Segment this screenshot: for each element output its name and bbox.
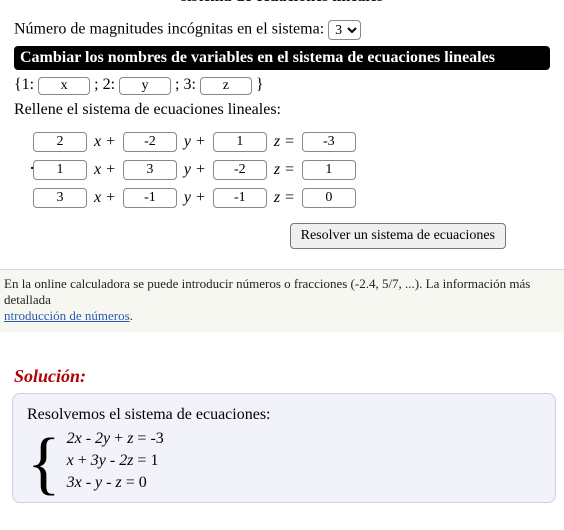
equation-row: x + y + z = xyxy=(32,131,357,153)
xplus-label: x + xyxy=(92,131,118,153)
solution-equations: 2x - 2y + z = -3 x + 3y - 2z = 1 3x - y … xyxy=(67,428,164,494)
brace-open: {1: xyxy=(14,76,34,93)
coef-a2[interactable] xyxy=(33,160,87,180)
sep-3: ; 3: xyxy=(175,76,196,93)
solution-brace-icon: { xyxy=(27,432,67,498)
coef-c2[interactable] xyxy=(213,160,267,180)
coef-c1[interactable] xyxy=(213,132,267,152)
coef-b2[interactable] xyxy=(123,160,177,180)
rhs-2[interactable] xyxy=(302,160,356,180)
solution-eq-1: 2x - 2y + z = -3 xyxy=(67,428,164,450)
equation-input-block: { x + y + z = x + y + z = xyxy=(14,125,550,215)
coef-c3[interactable] xyxy=(213,188,267,208)
unknowns-select[interactable]: 3 xyxy=(328,20,361,40)
footnote-text: En la online calculadora se puede introd… xyxy=(4,276,530,307)
solution-eq-2: x + 3y - 2z = 1 xyxy=(67,450,164,472)
solution-title: Solución: xyxy=(0,332,564,393)
page-title-truncated: sistema de ecuaciones lineales xyxy=(0,0,564,8)
fill-label: Rellene el sistema de ecuaciones lineale… xyxy=(14,101,550,119)
coef-b3[interactable] xyxy=(123,188,177,208)
rhs-3[interactable] xyxy=(302,188,356,208)
rhs-1[interactable] xyxy=(302,132,356,152)
equation-row: x + y + z = xyxy=(32,159,357,181)
solution-eq-3: 3x - y - z = 0 xyxy=(67,472,164,494)
footnote-link[interactable]: ntroducción de números xyxy=(4,308,130,323)
coef-a3[interactable] xyxy=(33,188,87,208)
coef-b1[interactable] xyxy=(123,132,177,152)
unknowns-label: Número de magnitudes incógnitas en el si… xyxy=(14,21,324,38)
zeq-label: z = xyxy=(272,131,297,153)
var3-input[interactable] xyxy=(200,77,252,95)
footnote-bar: En la online calculadora se puede introd… xyxy=(0,269,564,332)
coef-a1[interactable] xyxy=(33,132,87,152)
variable-names-row: {1: ; 2: ; 3: } xyxy=(14,76,550,95)
unknowns-row: Número de magnitudes incógnitas en el si… xyxy=(14,20,550,40)
var1-input[interactable] xyxy=(38,77,90,95)
equation-row: x + y + z = xyxy=(32,187,357,209)
brace-close: } xyxy=(256,76,264,93)
rename-variables-band: Cambiar los nombres de variables en el s… xyxy=(14,46,550,70)
solution-box: Resolvemos el sistema de ecuaciones: { 2… xyxy=(12,393,556,503)
solve-button[interactable]: Resolver un sistema de ecuaciones xyxy=(290,223,506,249)
sep-2: ; 2: xyxy=(94,76,115,93)
yplus-label: y + xyxy=(182,131,208,153)
var2-input[interactable] xyxy=(119,77,171,95)
solution-lead: Resolvemos el sistema de ecuaciones: xyxy=(27,406,541,424)
